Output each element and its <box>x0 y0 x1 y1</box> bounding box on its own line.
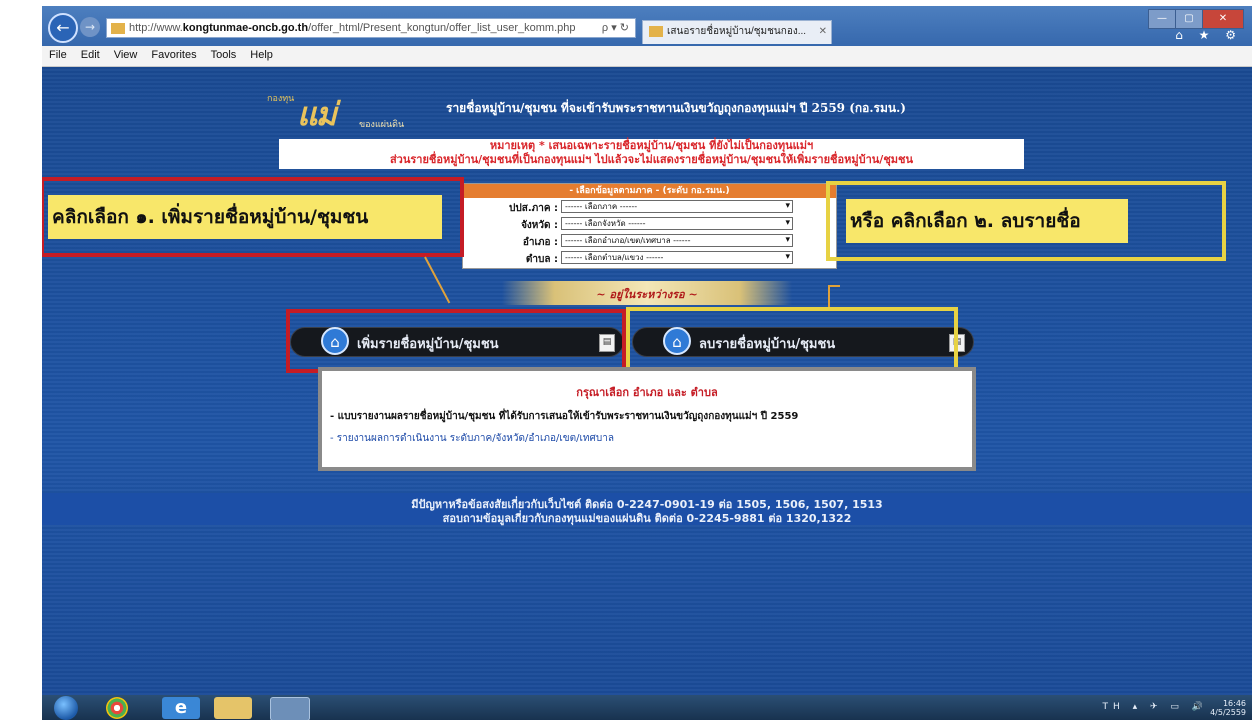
menu-bar: File Edit View Favorites Tools Help <box>42 46 1252 67</box>
logo-small-text: กองทุน <box>267 94 295 104</box>
form-row-district: อำเภอ : ------ เลือกอำเภอ/เขต/เทศบาล ---… <box>463 233 836 249</box>
district-label: อำเภอ : <box>522 237 558 248</box>
subdistrict-select[interactable]: ------ เลือกตำบล/แขวง ------ ▾ <box>561 251 793 264</box>
region-label: ปปส.ภาค : <box>509 203 558 214</box>
report-link-operations[interactable]: - รายงานผลการดำเนินงาน ระดับภาค/จังหวัด/… <box>330 431 614 446</box>
maximize-button[interactable]: ▢ <box>1175 9 1203 29</box>
connector-line-left <box>424 256 451 304</box>
logo-sub-text: ของแผ่นดิน <box>359 120 405 130</box>
connector-line-right-v <box>828 285 830 307</box>
annotation-box-delete: หรือ คลิกเลือก ๒. ลบรายชื่อ <box>826 181 1226 261</box>
region-select-form: - เลือกข้อมูลตามภาค - (ระดับ กอ.รมน.) ปป… <box>462 183 837 269</box>
browser-tab[interactable]: เสนอรายชื่อหมู่บ้าน/ชุมชนกอง... ✕ <box>642 20 832 44</box>
taskbar: e TH ▴ ✈ ▭ 🔊 16:46 4/5/2559 <box>42 695 1252 720</box>
toolbar-icons[interactable]: ⌂ ★ ⚙ <box>1175 28 1242 42</box>
tab-favicon-icon <box>649 25 663 37</box>
clock-date: 4/5/2559 <box>1210 708 1246 717</box>
form-row-subdistrict: ตำบล : ------ เลือกตำบล/แขวง ------ ▾ <box>463 250 836 266</box>
screen: ← → http://www.kongtunmae-oncb.go.th/off… <box>42 6 1252 720</box>
minimize-button[interactable]: — <box>1148 9 1176 29</box>
address-bar[interactable]: http://www.kongtunmae-oncb.go.th/offer_h… <box>106 18 636 38</box>
system-tray-icons[interactable]: TH ▴ ✈ ▭ 🔊 <box>1103 702 1208 712</box>
notice-line-2: ส่วนรายชื่อหมู่บ้าน/ชุมชนที่เป็นกองทุนแม… <box>389 153 914 166</box>
address-controls[interactable]: ρ ▾ ↻ <box>602 19 629 37</box>
forward-button[interactable]: → <box>80 17 100 37</box>
menu-file[interactable]: File <box>42 46 74 61</box>
footer-contact-fund: สอบถามข้อมูลเกี่ยวกับกองทุนแม่ของแผ่นดิน… <box>442 512 852 525</box>
app-taskbar-icon[interactable] <box>270 697 310 720</box>
logo-main-text: แม่ <box>297 95 337 133</box>
internet-explorer-taskbar-icon[interactable]: e <box>162 697 200 719</box>
chevron-down-icon: ▾ <box>785 201 790 211</box>
subdistrict-label: ตำบล : <box>525 254 558 265</box>
notice-line-1: หมายเหตุ * เสนอเฉพาะรายชื่อหมู่บ้าน/ชุมช… <box>489 139 814 152</box>
annotation-box-add: คลิกเลือก ๑. เพิ่มรายชื่อหมู่บ้าน/ชุมชน <box>42 177 464 257</box>
form-row-province: จังหวัด : ------ เลือกจังหวัด ------ ▾ <box>463 216 836 232</box>
chevron-down-icon: ▾ <box>785 235 790 245</box>
url-path: /offer_html/Present_kongtun/offer_list_u… <box>308 22 576 34</box>
decorative-divider: ~ อยู่ในระหว่างรอ ~ <box>502 281 792 305</box>
tab-close-icon[interactable]: ✕ <box>819 21 827 43</box>
window-controls: — ▢ ✕ <box>1148 6 1244 29</box>
site-favicon-icon <box>111 22 125 34</box>
page-title: รายชื่อหมู่บ้าน/ชุมชน ที่จะเข้ารับพระราช… <box>446 101 906 115</box>
region-select[interactable]: ------ เลือกภาค ------ ▾ <box>561 200 793 213</box>
annotation-box-add-button <box>286 309 626 373</box>
url-domain: kongtunmae-oncb.go.th <box>182 22 309 34</box>
chevron-down-icon: ▾ <box>785 252 790 262</box>
back-button[interactable]: ← <box>48 13 78 43</box>
clock-time: 16:46 <box>1222 699 1246 708</box>
clock[interactable]: 16:46 4/5/2559 <box>1210 699 1246 717</box>
annotation-label-delete: หรือ คลิกเลือก ๒. ลบรายชื่อ <box>846 199 1128 243</box>
province-label: จังหวัด : <box>521 220 558 231</box>
tab-title: เสนอรายชื่อหมู่บ้าน/ชุมชนกอง... <box>667 26 807 37</box>
info-title: กรุณาเลือก อำเภอ และ ตำบล <box>576 386 718 399</box>
close-window-button[interactable]: ✕ <box>1202 9 1244 29</box>
url-prefix: http://www. <box>129 22 183 34</box>
province-select[interactable]: ------ เลือกจังหวัด ------ ▾ <box>561 217 793 230</box>
menu-favorites[interactable]: Favorites <box>144 46 203 61</box>
form-heading: - เลือกข้อมูลตามภาค - (ระดับ กอ.รมน.) <box>463 184 836 198</box>
annotation-box-delete-button <box>626 307 958 371</box>
chevron-down-icon: ▾ <box>785 218 790 228</box>
notice-box: หมายเหตุ * เสนอเฉพาะรายชื่อหมู่บ้าน/ชุมช… <box>279 139 1024 169</box>
info-panel: กรุณาเลือก อำเภอ และ ตำบล - แบบรายงานผลร… <box>318 367 976 471</box>
annotation-label-add: คลิกเลือก ๑. เพิ่มรายชื่อหมู่บ้าน/ชุมชน <box>48 195 442 239</box>
site-logo[interactable]: กองทุน แม่ ของแผ่นดิน <box>267 85 417 133</box>
district-select[interactable]: ------ เลือกอำเภอ/เขต/เทศบาล ------ ▾ <box>561 234 793 247</box>
menu-edit[interactable]: Edit <box>74 46 107 61</box>
chrome-taskbar-icon[interactable] <box>106 697 128 719</box>
report-link-villages[interactable]: - แบบรายงานผลรายชื่อหมู่บ้าน/ชุมชน ที่ได… <box>330 409 798 424</box>
browser-titlebar: ← → http://www.kongtunmae-oncb.go.th/off… <box>42 6 1252 46</box>
form-row-region: ปปส.ภาค : ------ เลือกภาค ------ ▾ <box>463 199 836 215</box>
start-button-icon[interactable] <box>54 696 78 720</box>
menu-help[interactable]: Help <box>243 46 280 61</box>
file-explorer-taskbar-icon[interactable] <box>214 697 252 719</box>
divider-text: ~ อยู่ในระหว่างรอ ~ <box>596 288 698 301</box>
menu-tools[interactable]: Tools <box>204 46 244 61</box>
web-page: กองทุน แม่ ของแผ่นดิน รายชื่อหมู่บ้าน/ชุ… <box>42 67 1252 695</box>
menu-view[interactable]: View <box>107 46 145 61</box>
